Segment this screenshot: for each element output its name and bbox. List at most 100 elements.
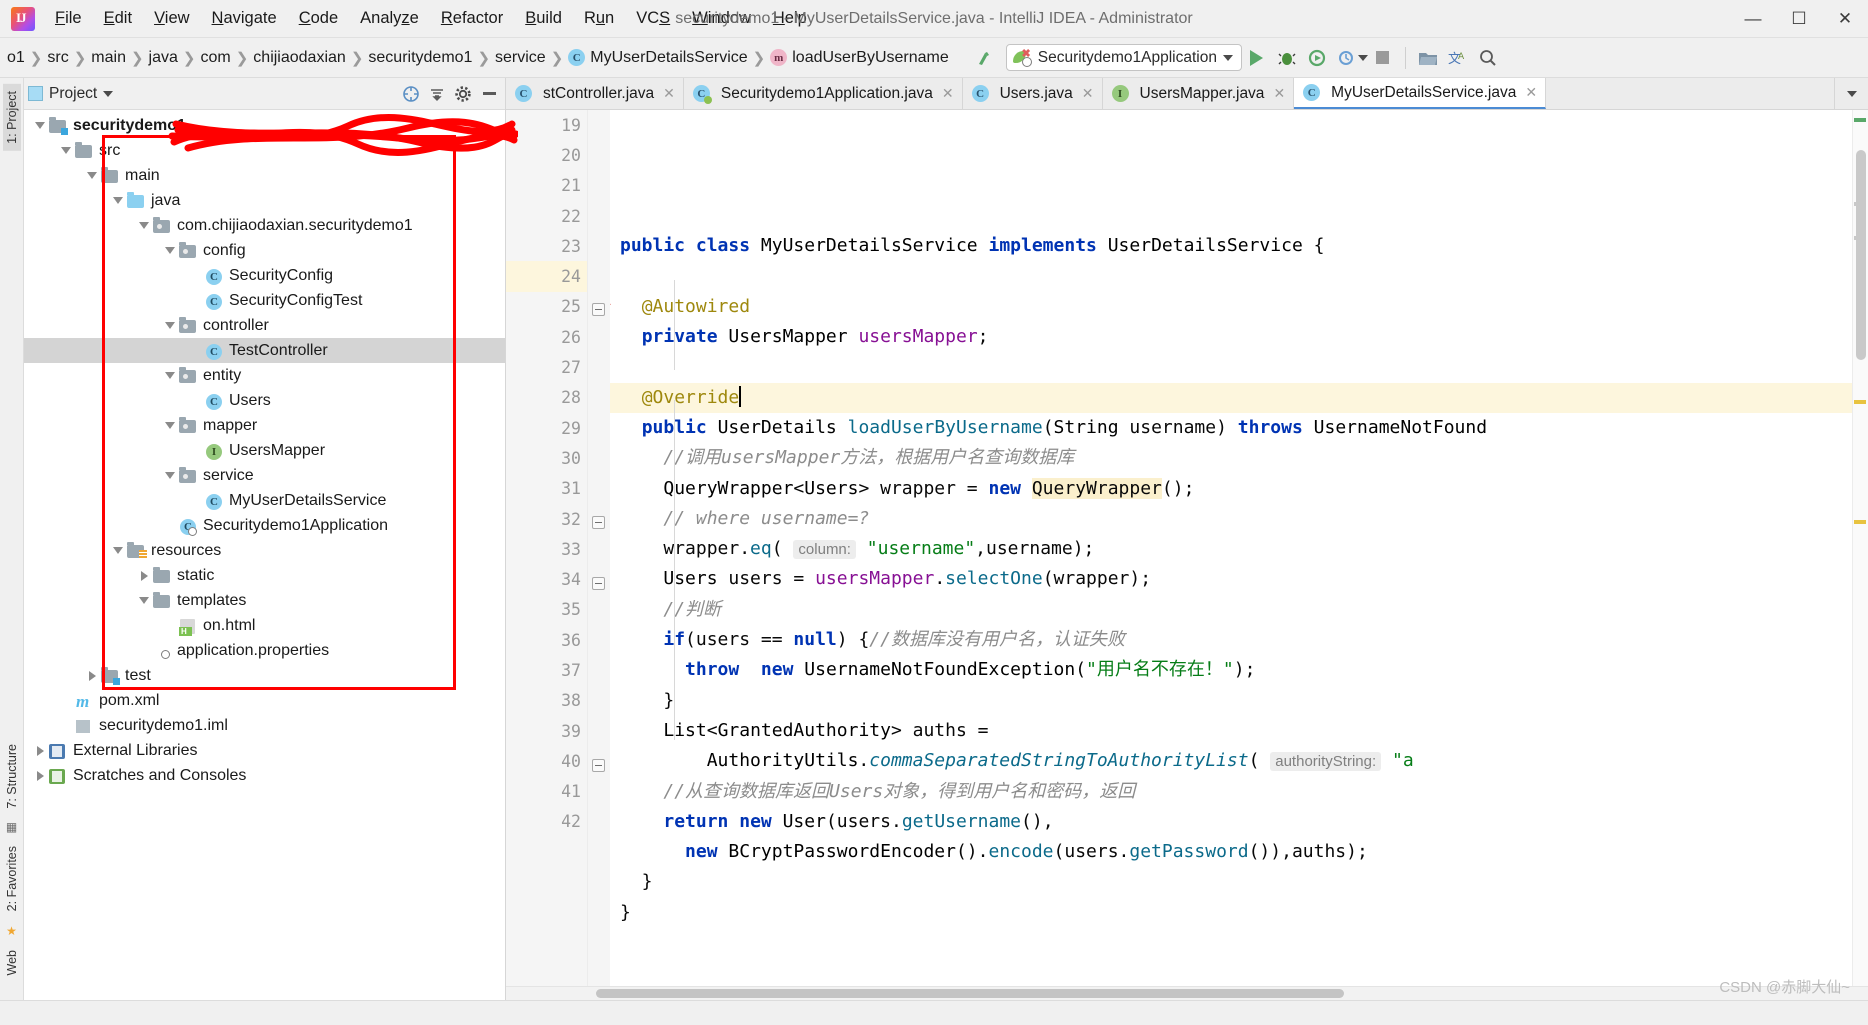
line-number-30[interactable]: 30	[506, 443, 587, 473]
horizontal-scrollbar-track[interactable]	[506, 986, 1868, 1000]
line-number-32[interactable]: 32	[506, 504, 587, 534]
editor-tab-securitydemo1application-java[interactable]: C Securitydemo1Application.java ✕	[683, 78, 963, 109]
tree-node-mapper[interactable]: mapper	[24, 413, 505, 438]
code-line-35[interactable]: List<GrantedAuthority> auths =	[620, 716, 1852, 746]
code-line-27[interactable]: QueryWrapper<Users> wrapper = new QueryW…	[620, 474, 1852, 504]
source-code[interactable]: public class MyUserDetailsService implem…	[610, 110, 1852, 986]
line-number-28[interactable]: 28	[506, 383, 587, 413]
rail-item-web[interactable]: Web	[3, 943, 21, 982]
tree-node-testcontroller[interactable]: C TestController	[24, 338, 505, 363]
editor-tab-bar[interactable]: CstController.java ✕ C Securitydemo1Applica…	[506, 78, 1868, 110]
select-opened-file-icon[interactable]	[399, 82, 423, 106]
breadcrumb-main[interactable]: main	[88, 47, 129, 69]
line-number-gutter[interactable]: 19 20 21 22 23 24 25I 26 27 28 29 30 31 32 33 34 35 36 37 3…	[506, 110, 611, 986]
chevron-right-icon[interactable]	[136, 570, 152, 581]
chevron-down-icon[interactable]	[84, 172, 100, 179]
chevron-down-icon[interactable]	[103, 90, 114, 97]
chevron-down-icon[interactable]	[1222, 54, 1233, 61]
code-line-23[interactable]	[620, 352, 1852, 382]
code-line-28[interactable]: // where username=?	[620, 504, 1852, 534]
code-line-39[interactable]: new BCryptPasswordEncoder().encode(users…	[620, 837, 1852, 867]
chevron-down-icon[interactable]	[162, 422, 178, 429]
code-line-20[interactable]	[620, 261, 1852, 291]
breadcrumb-service[interactable]: service	[492, 47, 549, 69]
gear-icon[interactable]	[451, 82, 475, 106]
tree-node-myuserdetailsservice[interactable]: C MyUserDetailsService	[24, 488, 505, 513]
error-stripe-gutter[interactable]	[1852, 110, 1868, 986]
tree-node-java[interactable]: java	[24, 188, 505, 213]
chevron-down-icon[interactable]	[136, 597, 152, 604]
breadcrumb-chijiaodaxian[interactable]: chijiaodaxian	[250, 47, 349, 69]
project-tree[interactable]: securitydemo1 src main java com.chijiaodaxia…	[24, 110, 505, 1000]
close-icon[interactable]: ✕	[663, 85, 675, 102]
tree-node-main[interactable]: main	[24, 163, 505, 188]
tree-node-securityconfigtest[interactable]: C SecurityConfigTest	[24, 288, 505, 313]
tree-node-controller[interactable]: controller	[24, 313, 505, 338]
code-line-24[interactable]: @Override	[610, 382, 1852, 413]
breadcrumb-com[interactable]: com	[197, 47, 233, 69]
project-panel-title[interactable]: Project	[28, 85, 114, 103]
tree-node-entity[interactable]: entity	[24, 363, 505, 388]
breadcrumb-project[interactable]: o1	[4, 47, 28, 69]
chevron-down-icon[interactable]	[162, 372, 178, 379]
line-number-19[interactable]: 19	[506, 110, 610, 140]
rail-item-structure[interactable]: 7: Structure	[3, 737, 21, 816]
line-number-20[interactable]: 20	[506, 140, 587, 170]
menu-help[interactable]: Help	[762, 5, 818, 32]
close-icon[interactable]: ✕	[942, 85, 954, 102]
line-number-26[interactable]: 26	[506, 322, 587, 352]
tree-node-on-html[interactable]: on.html	[24, 613, 505, 638]
maximize-button[interactable]: ☐	[1776, 0, 1822, 37]
search-everywhere-icon[interactable]	[1473, 43, 1503, 73]
tree-node-resources[interactable]: resources	[24, 538, 505, 563]
chevron-down-icon[interactable]	[1834, 78, 1868, 109]
menu-build[interactable]: Build	[514, 5, 573, 32]
code-line-25[interactable]: public UserDetails loadUserByUsername(St…	[620, 413, 1852, 443]
rail-item-favorites[interactable]: 2: Favorites	[3, 839, 21, 918]
profile-dropdown-icon[interactable]	[1357, 54, 1368, 61]
close-icon[interactable]: ✕	[1273, 85, 1285, 102]
line-number-41[interactable]: 41	[506, 777, 587, 807]
tree-node-static[interactable]: static	[24, 563, 505, 588]
line-number-24[interactable]: 24	[506, 261, 605, 292]
code-line-34[interactable]: }	[620, 686, 1852, 716]
editor-tab-myuserdetailsservice-java[interactable]: C MyUserDetailsService.java ✕	[1294, 78, 1547, 109]
line-number-33[interactable]: 33	[506, 534, 587, 564]
line-number-22[interactable]: 22	[506, 201, 606, 231]
line-number-40[interactable]: 40	[506, 746, 587, 776]
close-button[interactable]: ✕	[1822, 0, 1868, 37]
breadcrumb-class[interactable]: C MyUserDetailsService	[565, 47, 750, 69]
line-number-25[interactable]: 25I	[506, 292, 611, 322]
breadcrumb-method[interactable]: m loadUserByUsername	[767, 47, 952, 69]
menu-file[interactable]: File	[44, 5, 93, 32]
code-line-21[interactable]: @Autowired	[620, 292, 1852, 322]
rail-item-project[interactable]: 1: Project	[2, 84, 21, 151]
chevron-down-icon[interactable]	[162, 472, 178, 479]
tree-node-scratches-and-consoles[interactable]: Scratches and Consoles	[24, 763, 505, 788]
menu-refactor[interactable]: Refactor	[430, 5, 514, 32]
editor-tab-stcontroller-java[interactable]: CstController.java ✕	[506, 78, 684, 109]
tree-node-pom-xml[interactable]: m pom.xml	[24, 688, 505, 713]
minimize-button[interactable]: —	[1730, 0, 1776, 37]
code-line-36[interactable]: AuthorityUtils.commaSeparatedStringToAut…	[620, 746, 1852, 776]
tree-node-users[interactable]: C Users	[24, 388, 505, 413]
code-line-19[interactable]: public class MyUserDetailsService implem…	[620, 231, 1852, 261]
code-line-30[interactable]: Users users = usersMapper.selectOne(wrap…	[620, 564, 1852, 594]
line-number-38[interactable]: 38	[506, 686, 587, 716]
line-number-34[interactable]: 34	[506, 564, 587, 594]
chevron-down-icon[interactable]	[136, 222, 152, 229]
code-line-40[interactable]: }	[620, 867, 1852, 897]
code-folding-column[interactable]	[588, 110, 610, 986]
editor-tab-usersmapper-java[interactable]: I UsersMapper.java ✕	[1102, 78, 1295, 109]
run-with-coverage-button[interactable]	[1302, 43, 1332, 73]
tree-node-securitydemo1application[interactable]: C Securitydemo1Application	[24, 513, 505, 538]
collapse-all-icon[interactable]	[425, 82, 449, 106]
tree-node-securitydemo1[interactable]: securitydemo1	[24, 113, 505, 138]
menu-edit[interactable]: Edit	[93, 5, 143, 32]
code-line-38[interactable]: return new User(users.getUsername(),	[620, 807, 1852, 837]
chevron-right-icon[interactable]	[84, 670, 100, 681]
chevron-down-icon[interactable]	[162, 322, 178, 329]
menu-window[interactable]: Window	[681, 5, 762, 32]
close-icon[interactable]: ✕	[1525, 84, 1537, 101]
code-line-42[interactable]	[620, 928, 1852, 958]
